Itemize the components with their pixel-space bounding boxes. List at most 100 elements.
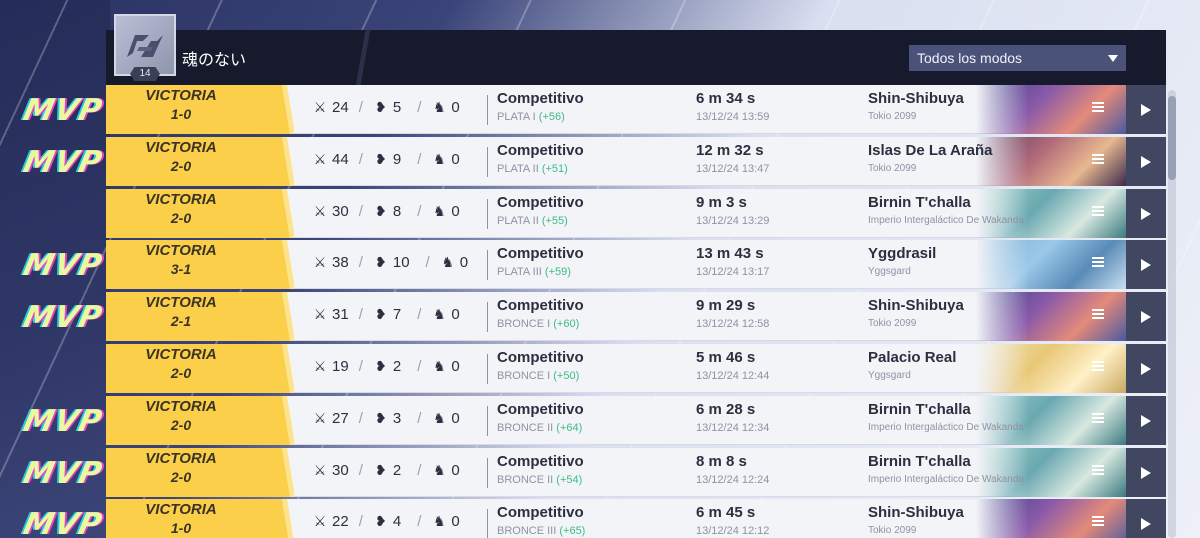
map-name: Yggdrasil <box>868 245 937 262</box>
replay-button[interactable] <box>1126 85 1166 134</box>
column-divider <box>487 95 488 125</box>
match-duration: 9 m 29 s <box>696 297 756 314</box>
play-icon <box>1141 466 1151 479</box>
match-row[interactable]: VICTORIA 2-0 ⚔ 30 / ❥ 8 / ♞ 0 Competitivo PLATA II … <box>106 189 1166 238</box>
deaths-value: 3 <box>392 410 402 427</box>
map-region: Imperio Intergaláctico De Wakanda <box>868 215 1024 226</box>
rank-info: PLATA III (+59) <box>497 266 571 278</box>
crossed-swords-icon: ⚔ <box>313 513 327 529</box>
match-date: 13/12/24 12:34 <box>696 422 770 434</box>
match-row[interactable]: MVP VICTORIA 1-0 ⚔ 22 / ❥ 4 / ♞ 0 Competitivo BRONCE… <box>20 499 1166 538</box>
stat-separator: / <box>358 306 363 323</box>
match-date: 13/12/24 12:44 <box>696 370 770 382</box>
result-banner: VICTORIA 2-0 <box>106 137 290 186</box>
assists-value: 0 <box>451 358 460 375</box>
rank-info: BRONCE I (+50) <box>497 370 579 382</box>
broken-heart-icon: ❥ <box>374 306 387 322</box>
menu-icon[interactable] <box>1092 413 1104 423</box>
menu-icon[interactable] <box>1092 102 1104 112</box>
stat-separator: / <box>425 254 430 271</box>
match-row[interactable]: MVP VICTORIA 2-0 ⚔ 30 / ❥ 2 / ♞ 0 Competitivo BRONCE… <box>20 448 1166 497</box>
crossed-swords-icon: ⚔ <box>313 254 327 270</box>
replay-button[interactable] <box>1126 396 1166 445</box>
match-row[interactable]: MVP VICTORIA 2-0 ⚔ 44 / ❥ 9 / ♞ 0 Competitivo PLATA … <box>20 137 1166 186</box>
map-region: Tokio 2099 <box>868 318 917 329</box>
result-score: 2-0 <box>170 469 192 485</box>
deaths-value: 10 <box>392 254 410 271</box>
stat-separator: / <box>358 203 363 220</box>
assist-icon: ♞ <box>433 306 446 322</box>
map-name: Birnin T'challa <box>868 194 971 211</box>
replay-button[interactable] <box>1126 448 1166 497</box>
broken-heart-icon: ❥ <box>374 358 387 374</box>
match-row[interactable]: MVP VICTORIA 3-1 ⚔ 38 / ❥ 10 / ♞ 0 Competitivo PLATA… <box>20 240 1166 289</box>
rank-delta: (+51) <box>541 163 568 175</box>
crossed-swords-icon: ⚔ <box>313 203 327 219</box>
play-icon <box>1141 103 1151 116</box>
stat-separator: / <box>358 513 363 530</box>
broken-heart-icon: ❥ <box>374 203 387 219</box>
rank-delta: (+65) <box>559 525 586 537</box>
replay-button[interactable] <box>1126 240 1166 289</box>
assists-value: 0 <box>451 203 460 220</box>
menu-icon[interactable] <box>1092 154 1104 164</box>
kda-stats: ⚔ 22 / ❥ 4 / ♞ 0 <box>312 513 460 530</box>
game-mode: Competitivo <box>497 349 584 366</box>
scrollbar-thumb[interactable] <box>1168 96 1176 180</box>
map-region: Tokio 2099 <box>868 111 917 122</box>
replay-button[interactable] <box>1126 189 1166 238</box>
mvp-badge: MVP <box>20 248 106 283</box>
stat-separator: / <box>417 203 422 220</box>
menu-icon[interactable] <box>1092 257 1104 267</box>
menu-icon[interactable] <box>1092 361 1104 371</box>
match-row[interactable]: MVP VICTORIA 2-1 ⚔ 31 / ❥ 7 / ♞ 0 Competitivo BRONCE… <box>20 292 1166 341</box>
assist-icon: ♞ <box>433 203 446 219</box>
kills-value: 24 <box>332 99 349 116</box>
match-row[interactable]: MVP VICTORIA 1-0 ⚔ 24 / ❥ 5 / ♞ 0 Competitivo PLATA … <box>20 85 1166 134</box>
column-divider <box>487 509 488 538</box>
result-banner: VICTORIA 2-0 <box>106 344 290 393</box>
game-mode: Competitivo <box>497 504 584 521</box>
menu-icon[interactable] <box>1092 516 1104 526</box>
map-name: Birnin T'challa <box>868 401 971 418</box>
menu-icon[interactable] <box>1092 309 1104 319</box>
mvp-badge: MVP <box>20 145 106 180</box>
match-duration: 12 m 32 s <box>696 142 764 159</box>
rank-delta: (+50) <box>553 370 580 382</box>
kills-value: 31 <box>332 306 349 323</box>
replay-button[interactable] <box>1126 137 1166 186</box>
game-mode: Competitivo <box>497 245 584 262</box>
play-icon <box>1141 414 1151 427</box>
map-name: Shin-Shibuya <box>868 297 964 314</box>
stat-separator: / <box>358 358 363 375</box>
replay-button[interactable] <box>1126 344 1166 393</box>
map-name: Shin-Shibuya <box>868 90 964 107</box>
rank-tier: BRONCE II <box>497 474 554 486</box>
match-row[interactable]: VICTORIA 2-0 ⚔ 19 / ❥ 2 / ♞ 0 Competitivo BRONCE I … <box>106 344 1166 393</box>
rank-info: PLATA I (+56) <box>497 111 565 123</box>
menu-icon[interactable] <box>1092 206 1104 216</box>
menu-icon[interactable] <box>1092 465 1104 475</box>
deaths-value: 5 <box>392 99 402 116</box>
assists-value: 0 <box>451 410 460 427</box>
match-row[interactable]: MVP VICTORIA 2-0 ⚔ 27 / ❥ 3 / ♞ 0 Competitivo BRONCE… <box>20 396 1166 445</box>
replay-button[interactable] <box>1126 499 1166 538</box>
assist-icon: ♞ <box>433 513 446 529</box>
assists-value: 0 <box>459 254 469 271</box>
stat-separator: / <box>417 358 422 375</box>
kda-stats: ⚔ 30 / ❥ 2 / ♞ 0 <box>312 462 460 479</box>
replay-button[interactable] <box>1126 292 1166 341</box>
mvp-badge: MVP <box>20 456 106 491</box>
result-banner: VICTORIA 3-1 <box>106 240 290 289</box>
column-divider <box>487 458 488 488</box>
match-duration: 9 m 3 s <box>696 194 747 211</box>
rank-info: PLATA II (+55) <box>497 215 568 227</box>
mvp-badge: MVP <box>20 404 106 439</box>
result-label: VICTORIA <box>145 242 217 259</box>
result-banner: VICTORIA 2-0 <box>106 189 290 238</box>
result-score: 2-0 <box>170 417 192 433</box>
match-date: 13/12/24 13:29 <box>696 215 770 227</box>
stat-separator: / <box>417 410 422 427</box>
crossed-swords-icon: ⚔ <box>313 306 327 322</box>
mvp-badge: MVP <box>20 300 106 335</box>
